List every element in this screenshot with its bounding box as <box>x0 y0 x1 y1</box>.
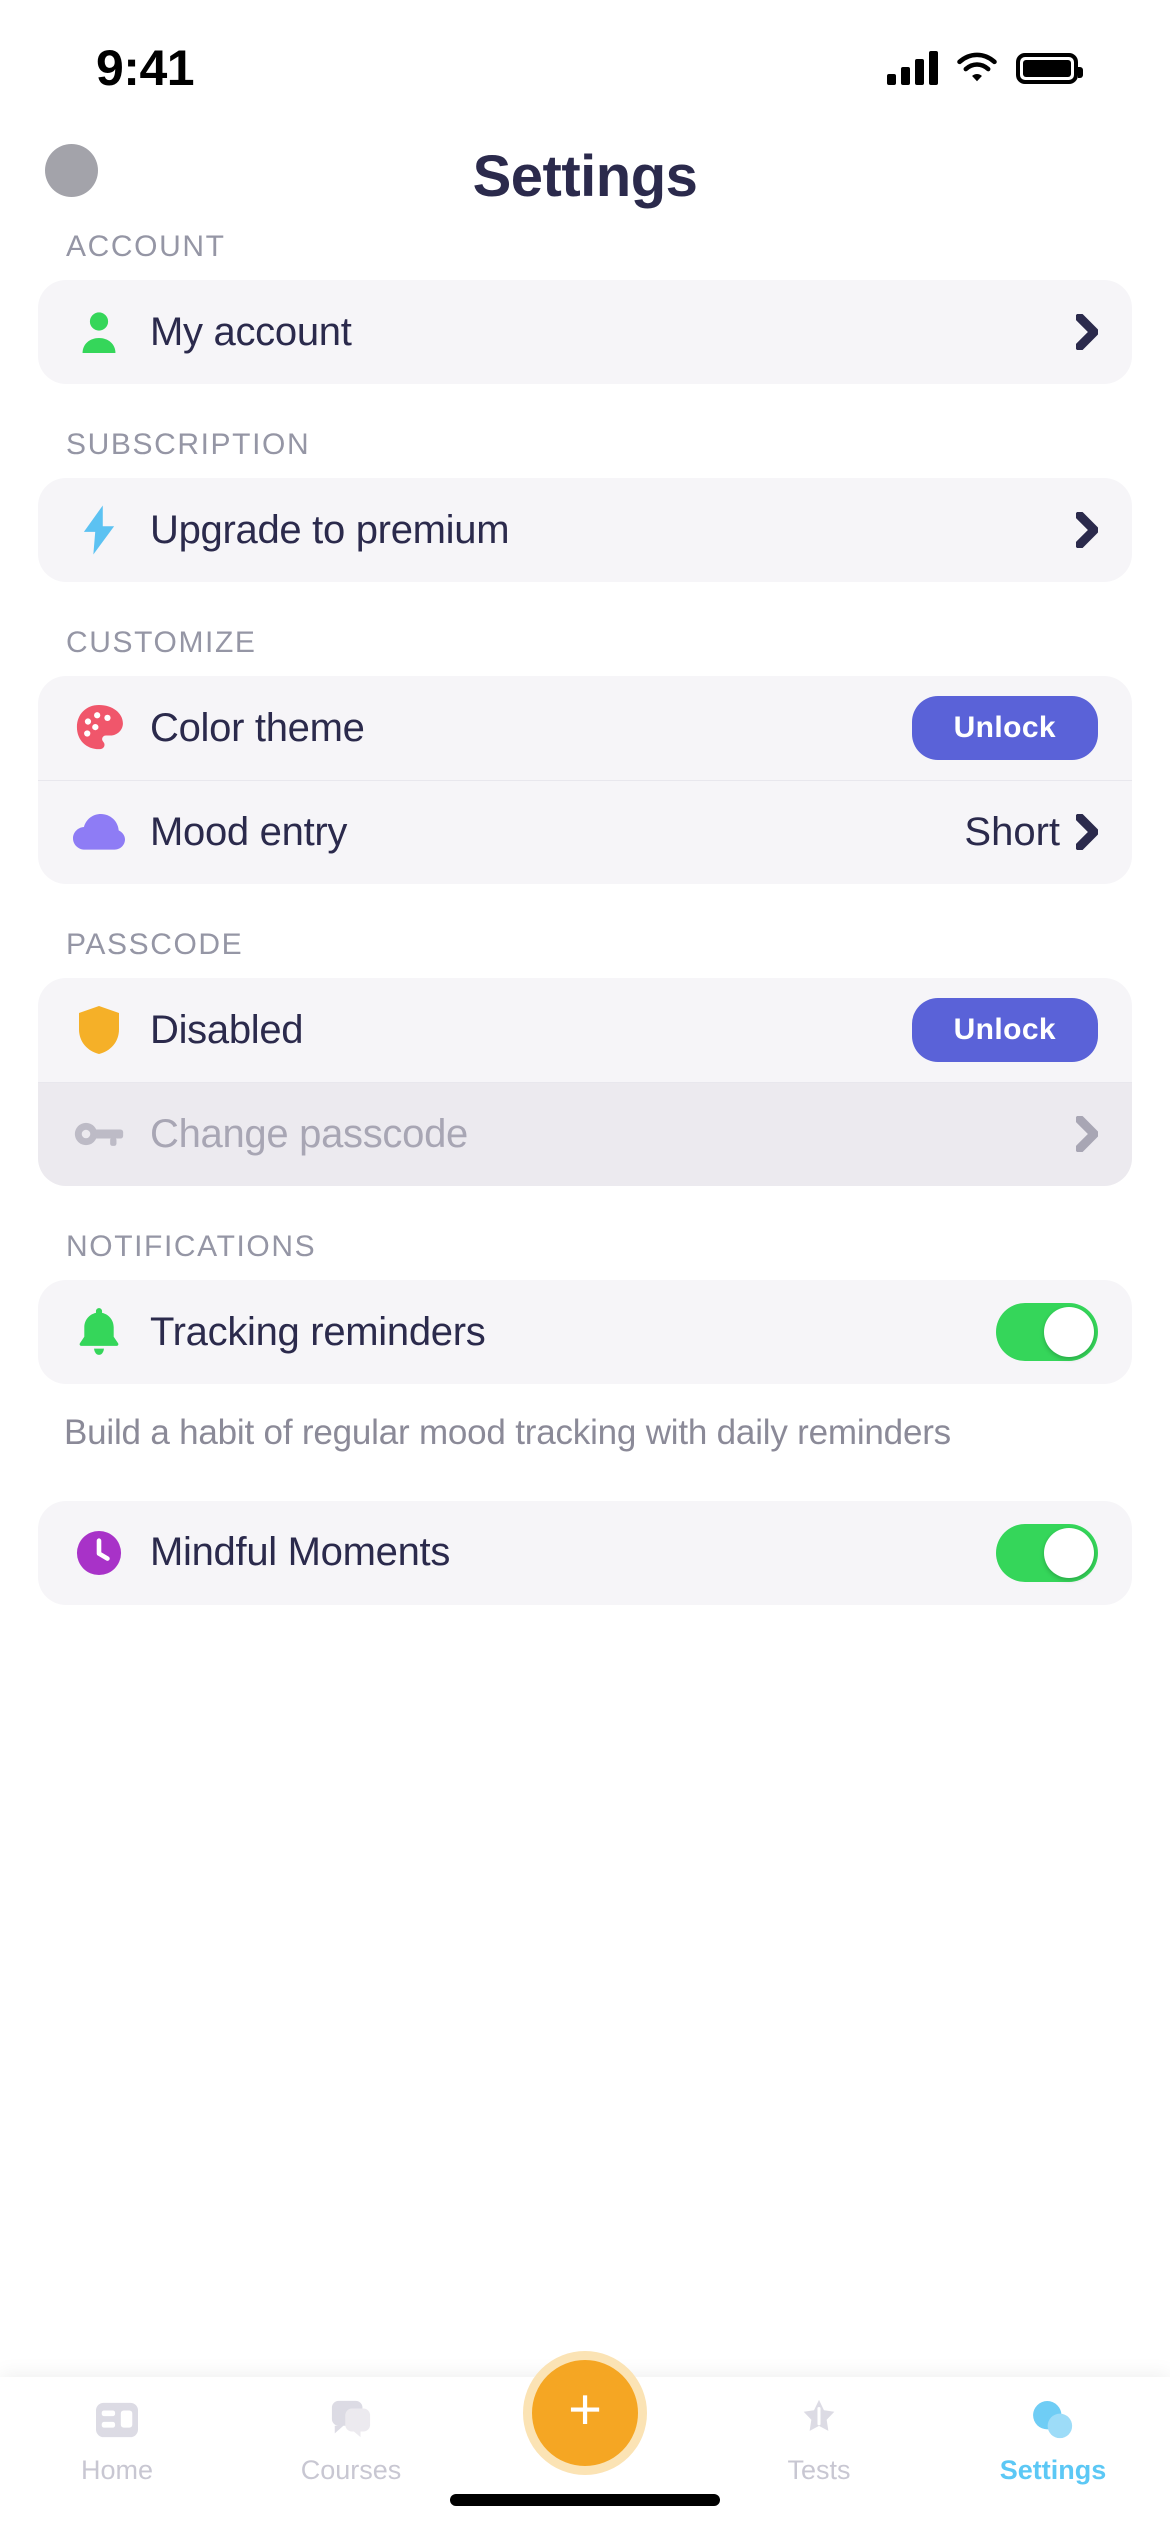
lightning-bolt-icon <box>70 501 128 559</box>
card-notifications: Tracking reminders <box>38 1280 1132 1384</box>
tab-settings[interactable]: Settings <box>936 2393 1170 2486</box>
clock-icon <box>70 1524 128 1582</box>
person-icon <box>70 303 128 361</box>
row-passcode-status[interactable]: Disabled Unlock <box>38 978 1132 1082</box>
add-entry-button[interactable]: + <box>523 2351 647 2475</box>
unlock-color-theme-button[interactable]: Unlock <box>911 696 1098 760</box>
section-label-passcode: PASSCODE <box>66 928 244 961</box>
section-label-account: ACCOUNT <box>66 230 226 263</box>
section-label-notifications: NOTIFICATIONS <box>66 1230 317 1263</box>
tab-label: Tests <box>787 2455 851 2485</box>
tab-label: Settings <box>999 2455 1107 2485</box>
cloud-icon <box>70 803 128 861</box>
avatar[interactable] <box>45 144 98 197</box>
page-header: Settings <box>0 122 1170 230</box>
row-color-theme[interactable]: Color theme Unlock <box>38 676 1132 780</box>
row-label: Tracking reminders <box>150 1309 486 1354</box>
row-label: My account <box>150 309 352 354</box>
chevron-right-icon <box>1076 814 1098 850</box>
chevron-right-icon <box>1076 1116 1098 1152</box>
courses-icon <box>324 2393 378 2447</box>
status-bar-time: 9:41 <box>96 40 195 96</box>
row-label: Disabled <box>150 1007 304 1052</box>
row-upgrade-to-premium[interactable]: Upgrade to premium <box>38 478 1132 582</box>
card-passcode: Disabled Unlock Change passcode <box>38 978 1132 1186</box>
section-label-customize: CUSTOMIZE <box>66 626 257 659</box>
card-account: My account <box>38 280 1132 384</box>
plus-icon: + <box>568 2377 602 2442</box>
status-bar: 9:41 <box>0 0 1170 122</box>
home-icon <box>90 2393 144 2447</box>
chevron-right-icon <box>1076 512 1098 548</box>
row-change-passcode: Change passcode <box>38 1082 1132 1186</box>
card-mindful-moments: Mindful Moments <box>38 1500 1132 1605</box>
tab-label: Courses <box>300 2455 402 2485</box>
row-mindful-moments[interactable]: Mindful Moments <box>38 1501 1132 1605</box>
card-subscription: Upgrade to premium <box>38 478 1132 582</box>
row-label: Color theme <box>150 705 365 750</box>
palette-icon <box>70 699 128 757</box>
cellular-signal-icon <box>887 51 938 85</box>
tab-label: Home <box>80 2455 154 2485</box>
row-my-account[interactable]: My account <box>38 280 1132 384</box>
home-indicator <box>450 2494 720 2506</box>
shield-icon <box>70 1001 128 1059</box>
mood-entry-value: Short <box>964 809 1060 854</box>
bottom-tab-bar[interactable]: Home Courses + Tests Settings <box>0 2351 1170 2532</box>
page-title: Settings <box>472 143 698 209</box>
row-label: Upgrade to premium <box>150 507 510 552</box>
notifications-helper-text: Build a habit of regular mood tracking w… <box>64 1413 951 1452</box>
tracking-reminders-toggle[interactable] <box>996 1303 1098 1361</box>
section-label-subscription: SUBSCRIPTION <box>66 428 311 461</box>
row-tracking-reminders[interactable]: Tracking reminders <box>38 1280 1132 1384</box>
chevron-right-icon <box>1076 314 1098 350</box>
tab-courses[interactable]: Courses <box>234 2393 468 2486</box>
settings-list[interactable]: ACCOUNT My account SUBSCRIPTION Upgrade … <box>0 230 1170 2532</box>
row-label: Mood entry <box>150 809 348 854</box>
tests-icon <box>792 2393 846 2447</box>
tab-home[interactable]: Home <box>0 2393 234 2486</box>
mindful-moments-toggle[interactable] <box>996 1523 1098 1582</box>
row-mood-entry[interactable]: Mood entry Short <box>38 780 1132 884</box>
status-bar-indicators <box>887 51 1083 85</box>
card-customize: Color theme Unlock Mood entry Short <box>38 676 1132 884</box>
battery-icon <box>1016 52 1083 84</box>
row-label: Mindful Moments <box>150 1530 451 1575</box>
wifi-icon <box>957 52 997 82</box>
bell-icon <box>70 1303 128 1361</box>
settings-icon <box>1026 2393 1080 2447</box>
row-label: Change passcode <box>150 1111 468 1156</box>
key-icon <box>70 1105 128 1163</box>
unlock-passcode-button[interactable]: Unlock <box>911 998 1098 1062</box>
tab-tests[interactable]: Tests <box>702 2393 936 2486</box>
